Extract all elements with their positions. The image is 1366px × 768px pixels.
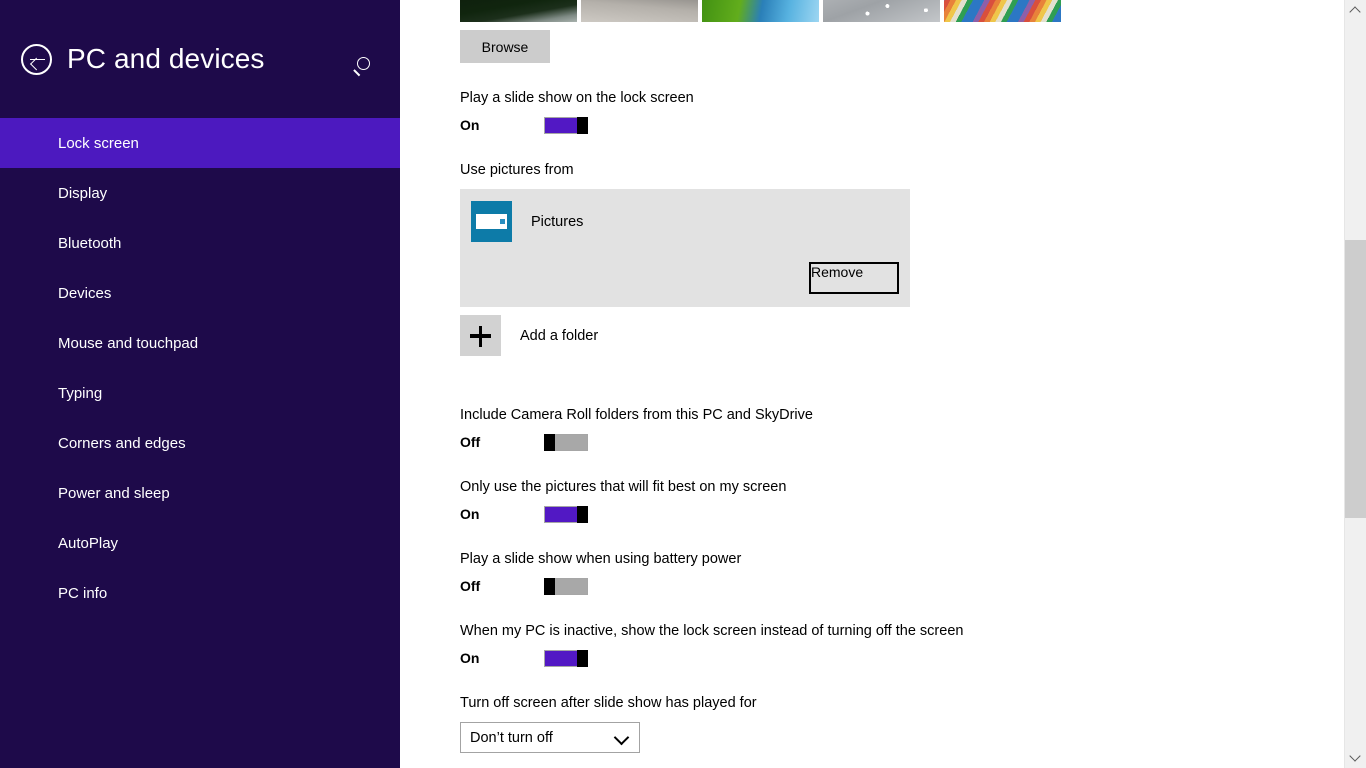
setting-camera-roll: Include Camera Roll folders from this PC…: [460, 406, 1366, 452]
toggle-thumb: [544, 433, 555, 451]
toggle-inactive-lock-screen[interactable]: [544, 649, 588, 667]
sidebar-item-label: Typing: [58, 384, 103, 402]
lock-screen-image-thumbnails: [460, 0, 1065, 22]
sidebar-nav-list: Lock screen Display Bluetooth Devices Mo…: [0, 118, 400, 618]
turn-off-screen-dropdown[interactable]: Don’t turn off: [460, 722, 640, 753]
browse-button[interactable]: Browse: [460, 30, 550, 63]
sidebar-item-lock-screen[interactable]: Lock screen: [0, 118, 400, 168]
sidebar-item-mouse-and-touchpad[interactable]: Mouse and touchpad: [0, 318, 400, 368]
sidebar-item-label: PC info: [58, 584, 108, 602]
add-folder-label: Add a folder: [520, 327, 599, 344]
chevron-down-icon: [1349, 750, 1361, 762]
toggle-row: Off: [460, 432, 1366, 452]
toggle-slideshow[interactable]: [544, 116, 588, 134]
pictures-folder-icon-dot: [500, 219, 505, 224]
sidebar-item-bluetooth[interactable]: Bluetooth: [0, 218, 400, 268]
folder-list-item[interactable]: Pictures: [460, 189, 910, 242]
page-title: PC and devices: [67, 43, 265, 74]
toggle-thumb: [577, 505, 588, 523]
setting-slideshow: Play a slide show on the lock screen On: [460, 89, 1366, 135]
setting-battery-power: Play a slide show when using battery pow…: [460, 550, 1366, 596]
lock-screen-thumbnail-1[interactable]: [460, 0, 577, 22]
plus-icon: [460, 315, 501, 356]
lock-screen-thumbnail-3[interactable]: [702, 0, 819, 22]
pc-settings-window: PC and devices Lock screen Display Bluet…: [0, 0, 1366, 768]
vertical-scrollbar[interactable]: [1344, 0, 1366, 768]
settings-sidebar: PC and devices Lock screen Display Bluet…: [0, 0, 400, 768]
toggle-state-label: On: [460, 117, 480, 133]
toggle-fit-best[interactable]: [544, 505, 588, 523]
sidebar-header: PC and devices: [0, 0, 400, 118]
sidebar-item-typing[interactable]: Typing: [0, 368, 400, 418]
toggle-thumb: [544, 577, 555, 595]
dropdown-selected-value: Don’t turn off: [470, 729, 553, 746]
search-icon-handle: [353, 69, 361, 77]
settings-main-panel: Browse Play a slide show on the lock scr…: [400, 0, 1366, 768]
sidebar-item-label: Mouse and touchpad: [58, 334, 199, 352]
setting-label: Turn off screen after slide show has pla…: [460, 695, 757, 711]
sidebar-item-label: Lock screen: [58, 134, 139, 152]
setting-inactive-lock-screen: When my PC is inactive, show the lock sc…: [460, 622, 1366, 668]
sidebar-item-corners-and-edges[interactable]: Corners and edges: [0, 418, 400, 468]
setting-turn-off-screen: Turn off screen after slide show has pla…: [460, 694, 1366, 753]
toggle-state-label: On: [460, 506, 480, 522]
setting-label: Include Camera Roll folders from this PC…: [460, 407, 813, 423]
sidebar-item-label: Display: [58, 184, 108, 202]
toggle-state-label: Off: [460, 434, 481, 450]
setting-label: Use pictures from: [460, 162, 574, 178]
sidebar-item-devices[interactable]: Devices: [0, 268, 400, 318]
sidebar-item-label: AutoPlay: [58, 534, 119, 552]
scroll-up-button[interactable]: [1345, 0, 1366, 20]
toggle-state-label: Off: [460, 578, 481, 594]
chevron-down-icon: [616, 732, 627, 743]
sidebar-item-label: Power and sleep: [58, 484, 170, 502]
plus-icon-vertical: [478, 325, 482, 347]
sidebar-item-autoplay[interactable]: AutoPlay: [0, 518, 400, 568]
toggle-thumb: [577, 649, 588, 667]
setting-fit-best: Only use the pictures that will fit best…: [460, 478, 1366, 524]
sidebar-item-label: Devices: [58, 284, 112, 302]
toggle-thumb: [577, 116, 588, 134]
lock-screen-thumbnail-4[interactable]: [823, 0, 940, 22]
back-arrow-icon[interactable]: [21, 43, 52, 75]
chevron-up-icon: [1349, 6, 1361, 18]
setting-label: Only use the pictures that will fit best…: [460, 479, 787, 495]
sidebar-item-label: Corners and edges: [58, 434, 186, 452]
sidebar-item-display[interactable]: Display: [0, 168, 400, 218]
toggle-row: On: [460, 115, 1366, 135]
toggle-row: On: [460, 648, 1366, 668]
remove-folder-button[interactable]: Remove: [809, 262, 899, 294]
folder-name-label: Pictures: [531, 213, 584, 230]
picture-folders-panel: Pictures Remove: [460, 189, 910, 307]
lock-screen-thumbnail-5[interactable]: [944, 0, 1061, 22]
toggle-row: On: [460, 504, 1366, 524]
search-icon-lens: [357, 57, 370, 70]
toggle-row: Off: [460, 576, 1366, 596]
toggle-state-label: On: [460, 650, 480, 666]
pictures-folder-icon: [471, 201, 512, 242]
toggle-camera-roll[interactable]: [544, 433, 588, 451]
add-folder-button[interactable]: Add a folder: [460, 315, 760, 356]
setting-label: When my PC is inactive, show the lock sc…: [460, 623, 964, 639]
setting-use-pictures-from: Use pictures from Pictures Remove Add a …: [460, 161, 1366, 356]
sidebar-item-pc-info[interactable]: PC info: [0, 568, 400, 618]
sidebar-item-label: Bluetooth: [58, 234, 122, 252]
toggle-battery-power[interactable]: [544, 577, 588, 595]
scrollbar-thumb[interactable]: [1345, 240, 1366, 518]
sidebar-item-power-and-sleep[interactable]: Power and sleep: [0, 468, 400, 518]
setting-label: Play a slide show when using battery pow…: [460, 551, 742, 567]
search-icon[interactable]: [348, 52, 382, 86]
lock-screen-thumbnail-2[interactable]: [581, 0, 698, 22]
scroll-down-button[interactable]: [1345, 748, 1366, 768]
setting-label: Play a slide show on the lock screen: [460, 90, 694, 106]
settings-content: Browse Play a slide show on the lock scr…: [460, 0, 1366, 753]
